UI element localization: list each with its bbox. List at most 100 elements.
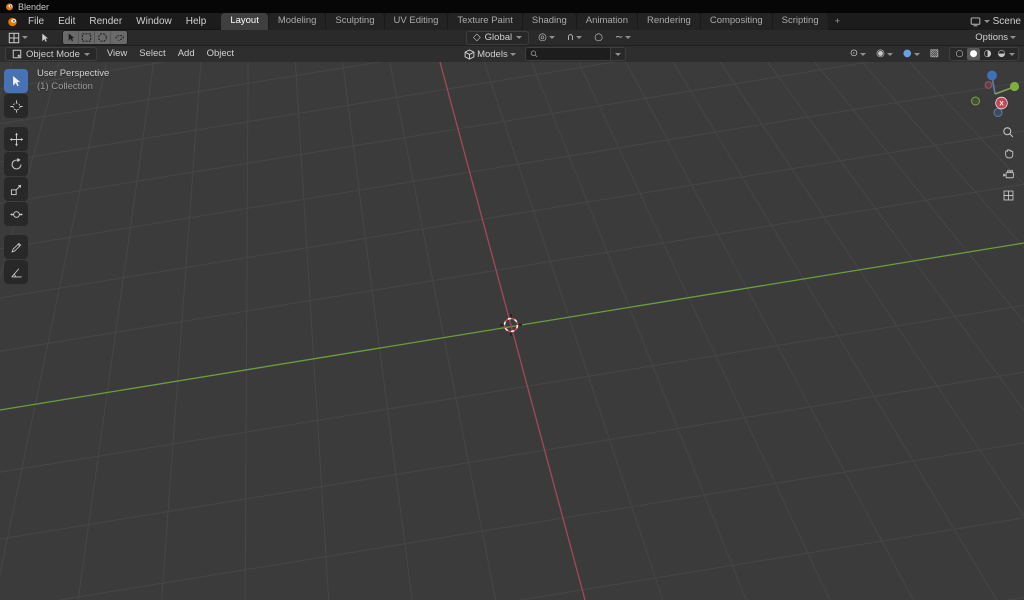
blender-logo-icon [7,17,17,26]
workspace-tab-layout[interactable]: Layout [221,12,269,30]
select-lasso-button[interactable] [111,31,127,44]
object-visibility-dropdown[interactable]: ⊙ [847,47,869,61]
chevron-down-icon [83,52,90,56]
menu-render[interactable]: Render [82,13,129,30]
proportional-edit-button[interactable]: ○ [591,31,606,45]
menu-object[interactable]: Object [201,46,240,62]
workspace-tab-sculpting[interactable]: Sculpting [326,12,385,30]
menu-edit[interactable]: Edit [51,13,82,30]
search-box [524,47,611,61]
mode-dropdown[interactable]: Object Mode [5,47,97,61]
chevron-down-icon [913,52,920,56]
shading-wireframe-button[interactable]: ○ [953,48,966,60]
tool-transform[interactable] [4,202,28,226]
box-select-icon [81,33,92,42]
menu-view[interactable]: View [101,46,133,62]
shading-material-button[interactable]: ◑ [981,48,994,60]
tool-rotate[interactable] [4,152,28,176]
proportional-falloff-dropdown[interactable]: ∼ [612,31,634,45]
chevron-down-icon [548,36,555,39]
axis-gizmo[interactable]: X [968,67,1022,121]
window-title: Blender [18,1,50,12]
blender-menu-button[interactable] [4,16,21,27]
search-filter-dropdown[interactable] [610,47,626,61]
circle-select-icon [98,33,107,42]
editor-type-button[interactable] [5,31,31,45]
snap-dropdown[interactable]: ∩ [564,31,585,45]
select-cursor-icon [12,75,20,86]
menu-select[interactable]: Select [133,46,171,62]
camera-view-button[interactable] [1000,166,1017,183]
chevron-down-icon [886,52,893,56]
workspace-tab-shading[interactable]: Shading [522,12,577,30]
asset-category-dropdown[interactable]: Models [461,47,519,61]
viewport-nav-buttons [1000,124,1017,204]
workspace-tab-scripting[interactable]: Scripting [772,12,829,30]
workspace-tab-uv-editing[interactable]: UV Editing [384,12,449,30]
workspace-tab-texture-paint[interactable]: Texture Paint [448,12,523,30]
select-box-button[interactable] [79,31,95,44]
active-tool-button[interactable] [36,31,54,45]
transform-settings-group: ◇ Global ◎ ∩ ○ ∼ [465,30,634,45]
tool-annotate[interactable] [4,235,28,259]
tool-cursor[interactable] [4,94,28,118]
select-tweak-button[interactable] [63,31,79,44]
axis-ball-negative-y[interactable] [971,96,980,106]
search-icon [530,50,538,58]
titlebar: Blender [0,0,1024,13]
pivot-point-icon: ◎ [538,31,547,43]
viewport-display-group: ⊙ ◉ ● ▨ ○ ● ◑ ◒ [847,47,1020,61]
menu-window[interactable]: Window [129,13,179,30]
axis-ball-z[interactable] [987,70,997,81]
search-input[interactable] [541,48,606,60]
rotate-icon [11,157,21,169]
menu-file[interactable]: File [21,13,51,30]
viewport-header-row1: ◇ Global ◎ ∩ ○ ∼ Options [0,30,1024,46]
axis-ball-negative-x[interactable] [984,81,993,89]
chevron-down-icon [509,52,516,56]
menu-add[interactable]: Add [172,46,201,62]
tool-move[interactable] [4,127,28,151]
shading-settings-dropdown[interactable] [1009,52,1016,56]
scene-dropdown[interactable]: Scene [967,13,1023,30]
axis-ball-negative-z[interactable] [993,108,1003,117]
chevron-down-icon [860,52,867,56]
visibility-icon: ⊙ [849,48,859,59]
select-circle-button[interactable] [95,31,111,44]
show-gizmo-dropdown[interactable]: ◉ [873,47,896,61]
workspace-tab-modeling[interactable]: Modeling [268,12,327,30]
show-overlays-dropdown[interactable]: ● [900,47,923,61]
asset-search-group: Models [461,47,626,61]
options-dropdown[interactable]: Options [972,31,1019,45]
shading-solid-button[interactable]: ● [967,48,981,60]
tool-select-box[interactable] [4,69,28,93]
add-workspace-button[interactable]: + [829,14,847,30]
workspace-tab-rendering[interactable]: Rendering [637,12,701,30]
proportional-circle-icon: ○ [594,31,603,43]
chevron-down-icon [983,20,990,23]
zoom-button[interactable] [1000,124,1017,141]
3d-viewport[interactable]: User Perspective (1) Collection X [0,62,1024,600]
3d-cursor [500,314,522,336]
transform-pivot-dropdown[interactable]: ◎ [535,31,558,45]
hand-icon [1005,149,1014,159]
toggle-xray-button[interactable]: ▨ [927,47,942,61]
camera-icon [1003,169,1014,179]
toggle-orthographic-button[interactable] [1000,187,1017,204]
tool-measure[interactable] [4,260,28,284]
menu-help[interactable]: Help [179,13,214,30]
scale-icon [10,184,21,195]
shading-rendered-button[interactable]: ◒ [995,48,1008,60]
tool-scale[interactable] [4,177,28,201]
workspace-tab-compositing[interactable]: Compositing [700,12,773,30]
workspace-tab-animation[interactable]: Animation [576,12,638,30]
transform-orientation-dropdown[interactable]: ◇ Global [465,30,530,45]
chevron-down-icon [22,36,28,39]
blender-window: Blender File Edit Render Window Help Lay… [0,0,1024,600]
active-collection-label: (1) Collection [37,81,93,92]
topbar: File Edit Render Window Help Layout Mode… [0,12,1024,30]
pan-button[interactable] [1000,145,1017,162]
toolbar-column [4,69,28,284]
grid-icon [1003,190,1014,201]
axis-ball-y[interactable] [1009,81,1020,92]
